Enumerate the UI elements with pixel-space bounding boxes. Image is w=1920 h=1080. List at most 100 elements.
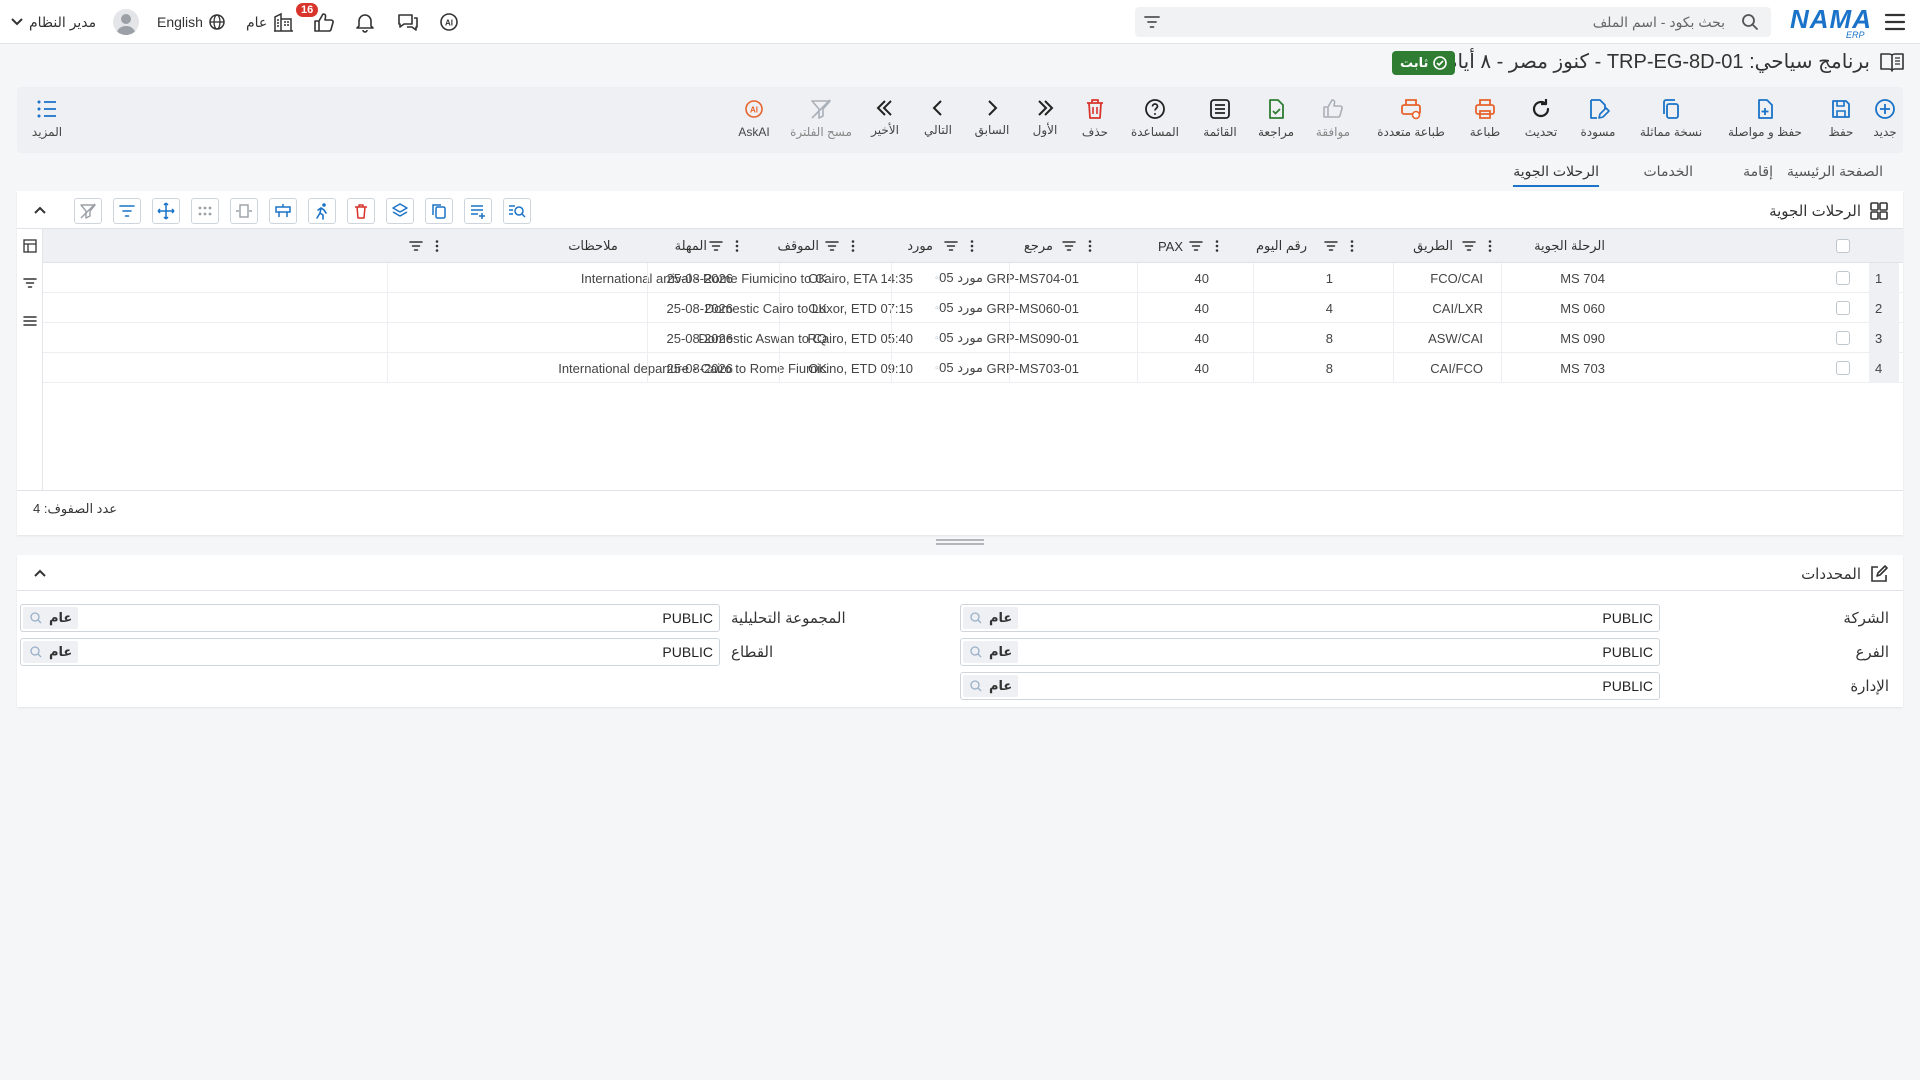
menu-icon[interactable] <box>1884 12 1906 32</box>
chat-icon[interactable] <box>396 10 420 34</box>
delete-button[interactable]: حذف <box>1075 87 1115 153</box>
col-status[interactable]: الموقف <box>743 229 819 263</box>
col-pax-menu[interactable] <box>1061 238 1095 254</box>
department-tag: عام <box>963 675 1019 697</box>
col-route-menu[interactable] <box>1323 238 1357 254</box>
grid-fit-button[interactable] <box>230 198 258 224</box>
branch-tag: عام <box>963 641 1019 663</box>
approve-button[interactable]: موافقة <box>1307 87 1359 153</box>
col-supplier-menu[interactable] <box>824 238 858 254</box>
col-flight[interactable]: الرحلة الجوية <box>1493 229 1605 263</box>
columns-icon[interactable] <box>22 238 38 254</box>
flights-panel: الرحلات الجوية الرحلة الجوية الطريق رقم <box>17 191 1903 535</box>
tab-flights[interactable]: الرحلات الجوية <box>1513 163 1599 187</box>
bell-icon[interactable] <box>354 10 376 34</box>
tab-services[interactable]: الخدمات <box>1644 163 1694 180</box>
col-day[interactable]: رقم اليوم <box>1223 229 1307 263</box>
cell-supplier[interactable]: مورد 05 <box>853 263 983 293</box>
branch-field[interactable]: PUBLIC عام <box>960 638 1660 666</box>
row-checkbox[interactable] <box>1836 293 1856 323</box>
department-field[interactable]: PUBLIC عام <box>960 672 1660 700</box>
col-ref-menu[interactable] <box>943 238 977 254</box>
company-label: الشركة <box>1843 610 1889 627</box>
more-button[interactable]: المزيد <box>25 87 69 153</box>
grid-copy-button[interactable] <box>425 198 453 224</box>
col-day-menu[interactable] <box>1188 238 1222 254</box>
row-number: 2 <box>1869 293 1899 323</box>
refresh-button[interactable]: تحديث <box>1516 87 1566 153</box>
cell-route: CAI/FCO <box>1430 360 1483 376</box>
grid-add-row-button[interactable] <box>464 198 492 224</box>
grid-run-button[interactable] <box>308 198 336 224</box>
last-button[interactable]: الأخير <box>863 87 907 153</box>
column-menu-icons <box>1462 240 1492 252</box>
first-button[interactable]: الأول <box>1023 87 1067 153</box>
building-icon <box>274 12 294 32</box>
filter-off-icon <box>811 99 831 119</box>
svg-text:AI: AI <box>750 106 758 115</box>
row-checkbox[interactable] <box>1836 263 1856 293</box>
side-menu-icon[interactable] <box>22 313 38 329</box>
scope-selector[interactable]: عام <box>246 10 294 34</box>
company-field[interactable]: PUBLIC عام <box>960 604 1660 632</box>
askai-button[interactable]: AI AskAI <box>729 87 779 153</box>
row-checkbox[interactable] <box>1836 353 1856 383</box>
row-checkbox[interactable] <box>1836 323 1856 353</box>
search-filter-icon[interactable] <box>1143 13 1161 31</box>
filter-lines-icon <box>119 205 135 217</box>
grid-delete-button[interactable] <box>347 198 375 224</box>
cell-supplier[interactable]: مورد 05 <box>853 323 983 353</box>
save-button[interactable]: حفظ <box>1819 87 1863 153</box>
status-badge: ثابت <box>1392 51 1456 75</box>
col-pax[interactable]: PAX <box>1113 229 1183 263</box>
review-button[interactable]: مراجعة <box>1251 87 1301 153</box>
col-deadline-menu[interactable] <box>408 238 442 254</box>
column-menu-icons <box>1189 240 1219 252</box>
col-route[interactable]: الطريق <box>1363 229 1453 263</box>
print-button[interactable]: طباعة <box>1460 87 1510 153</box>
new-button[interactable]: جديد <box>1865 87 1905 153</box>
help-button[interactable]: المساعدة <box>1123 87 1187 153</box>
copy-button[interactable]: نسخة مماثلة <box>1631 87 1711 153</box>
cell-supplier[interactable]: مورد 05 <box>853 293 983 323</box>
grid-filter-button[interactable] <box>113 198 141 224</box>
sector-label: القطاع <box>731 644 774 661</box>
list-button[interactable]: القائمة <box>1195 87 1245 153</box>
collapse-chevron-icon[interactable] <box>33 203 47 217</box>
next-button[interactable]: التالي <box>913 87 963 153</box>
resize-handle[interactable] <box>936 539 984 545</box>
cell-day: 1 <box>1325 270 1333 286</box>
col-notes[interactable]: ملاحظات <box>443 229 743 263</box>
sector-field[interactable]: PUBLIC عام <box>20 638 720 666</box>
select-all-checkbox[interactable] <box>1836 239 1850 253</box>
draft-button[interactable]: مسودة <box>1572 87 1624 153</box>
tab-home[interactable]: الصفحة الرئيسية <box>1787 163 1883 180</box>
tab-accommodation[interactable]: إقامة <box>1743 163 1773 180</box>
grid-move-button[interactable] <box>152 198 180 224</box>
analytical-group-field[interactable]: PUBLIC عام <box>20 604 720 632</box>
table-row[interactable]: 3 MS 090 ASW/CAI 8 40 GRP-MS090-01 RQ 25-08-202… <box>43 323 1903 353</box>
save-continue-button[interactable]: حفظ و مواصلة <box>1717 87 1813 153</box>
col-flight-menu[interactable] <box>1461 238 1495 254</box>
multi-print-button[interactable]: طباعة متعددة <box>1367 87 1455 153</box>
side-filter-icon[interactable] <box>22 275 38 291</box>
cell-supplier[interactable]: مورد 05 <box>853 353 983 383</box>
layers-icon <box>392 203 408 217</box>
col-supplier[interactable]: مورد <box>863 229 933 263</box>
col-ref[interactable]: مرجع <box>983 229 1053 263</box>
previous-button[interactable]: السابق <box>967 87 1017 153</box>
grid-clear-filter-button[interactable] <box>74 198 102 224</box>
user-menu[interactable]: مدير النظام <box>10 9 140 35</box>
grid-table-button[interactable] <box>269 198 297 224</box>
search-input[interactable]: بحث بكود - اسم الملف <box>1135 7 1771 37</box>
table-row[interactable]: 1 MS 704 FCO/CAI 1 40 GRP-MS704-01 OK 25-08-202… <box>43 263 1903 293</box>
table-row[interactable]: 4 MS 703 CAI/FCO 8 40 GRP-MS703-01 OK 25-08-202… <box>43 353 1903 383</box>
grid-layers-button[interactable] <box>386 198 414 224</box>
clear-filter-button[interactable]: مسح الفلترة <box>787 87 855 153</box>
language-selector[interactable]: English <box>157 10 226 34</box>
grid-search-button[interactable] <box>503 198 531 224</box>
grid-dots-button[interactable] <box>191 198 219 224</box>
ai-assistant-icon[interactable]: AI <box>437 10 461 34</box>
collapse-chevron-icon[interactable] <box>33 566 47 580</box>
table-row[interactable]: 2 MS 060 CAI/LXR 4 40 GRP-MS060-01 OK 25-08-202… <box>43 293 1903 323</box>
